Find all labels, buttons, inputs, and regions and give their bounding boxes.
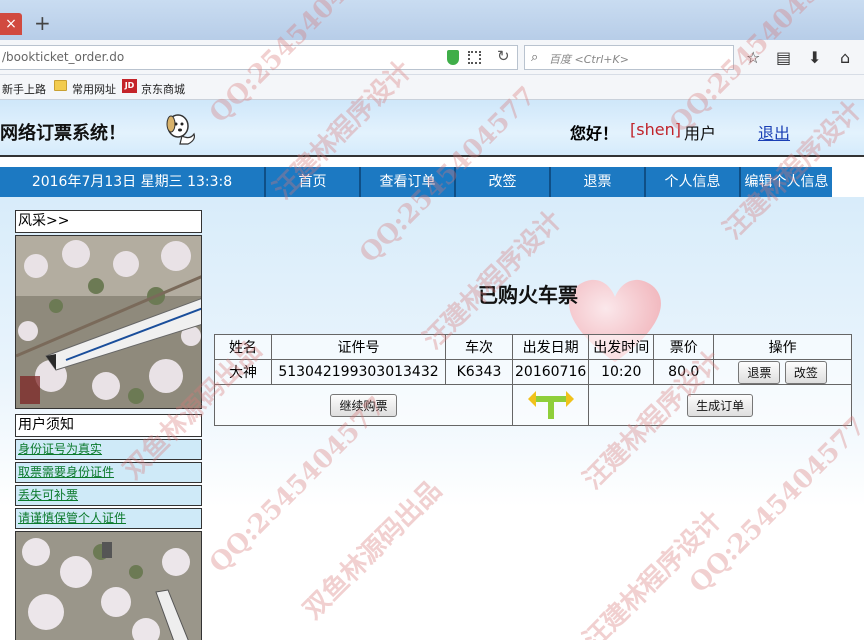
new-tab-button[interactable]: + <box>34 11 51 35</box>
menu-change-ticket[interactable]: 改签 <box>454 167 549 197</box>
search-icon: ⌕ <box>531 50 539 65</box>
user-role-label: 用户 <box>684 124 717 143</box>
col-train: 车次 <box>445 334 513 360</box>
notice-link-1[interactable]: 身份证号为真实 <box>15 439 202 460</box>
notice-link-4[interactable]: 请谨慎保管个人证件 <box>15 508 202 529</box>
browser-nav-bar: /bookticket_order.do ↻ ⌕ 百度 <Ctrl+K> <box>0 40 864 75</box>
train-photo-2 <box>15 531 202 640</box>
continue-buying-button[interactable]: 继续购票 <box>330 393 397 417</box>
menu-edit-profile[interactable]: 编辑个人信息 <box>739 167 832 197</box>
page-title: 已购火车票 <box>478 283 578 307</box>
bookmark-jd-mall[interactable]: 京东商城 <box>141 81 185 97</box>
bookmark-common-sites[interactable]: 常用网址 <box>72 81 116 97</box>
split-arrow-icon <box>527 391 574 419</box>
col-date: 出发日期 <box>511 334 590 360</box>
cell-actions: 退票 改签 <box>713 359 852 385</box>
jd-logo-icon: JD <box>122 79 137 93</box>
table-row: 大神 513042199303013432 K6343 20160716 10:… <box>214 359 852 385</box>
search-box[interactable]: ⌕ 百度 <Ctrl+K> <box>524 45 734 70</box>
scenery-heading: 风采>> <box>15 210 202 233</box>
library-icon[interactable]: ▤ <box>776 48 791 67</box>
mascot-dog-icon <box>166 114 195 145</box>
notice-link-3[interactable]: 丢失可补票 <box>15 485 202 506</box>
address-url: /bookticket_order.do <box>2 50 125 64</box>
col-id-number: 证件号 <box>271 334 446 360</box>
folder-icon <box>54 80 67 91</box>
cell-price: 80.0 <box>653 359 715 385</box>
notice-heading: 用户须知 <box>15 414 202 437</box>
site-title: 网络订票系统！ <box>0 123 126 144</box>
reload-icon[interactable]: ↻ <box>497 47 510 65</box>
continue-cell: 继续购票 <box>214 384 513 426</box>
table-header-row: 姓名 证件号 车次 出发日期 出发时间 票价 操作 <box>214 334 852 360</box>
download-icon[interactable]: ⬇ <box>808 48 821 67</box>
cell-date: 20160716 <box>511 359 590 385</box>
qr-code-icon[interactable] <box>468 51 481 64</box>
browser-tab-bar: × + <box>0 0 864 40</box>
search-placeholder: 百度 <Ctrl+K> <box>549 53 629 66</box>
address-bar[interactable]: /bookticket_order.do ↻ <box>0 45 518 70</box>
home-icon[interactable]: ⌂ <box>840 48 850 67</box>
cell-time: 10:20 <box>588 359 655 385</box>
col-actions: 操作 <box>713 334 852 360</box>
notice-link-2[interactable]: 取票需要身份证件 <box>15 462 202 483</box>
create-order-button[interactable]: 生成订单 <box>687 393 754 417</box>
menu-profile[interactable]: 个人信息 <box>644 167 739 197</box>
action-row: 继续购票 生成订单 <box>214 384 852 426</box>
bookmarks-bar: 新手上路 常用网址 JD 京东商城 <box>0 75 864 100</box>
menu-refund[interactable]: 退票 <box>549 167 644 197</box>
web-page: 网络订票系统！ 您好！ [shen] 用户 退出 2016年7月13日 星期三 … <box>0 100 864 640</box>
cell-id-number: 513042199303013432 <box>271 359 446 385</box>
col-time: 出发时间 <box>588 334 655 360</box>
col-price: 票价 <box>653 334 715 360</box>
greeting-text: 您好！ <box>570 124 619 143</box>
col-name: 姓名 <box>214 334 272 360</box>
main-menu: 2016年7月13日 星期三 13:3:8 首页 查看订单 改签 退票 个人信息… <box>0 167 832 197</box>
menu-home[interactable]: 首页 <box>264 167 359 197</box>
cell-train: K6343 <box>445 359 513 385</box>
refund-button[interactable]: 退票 <box>738 360 781 384</box>
arrow-cell <box>511 384 590 426</box>
logout-link[interactable]: 退出 <box>758 120 790 144</box>
username: [shen] <box>630 120 681 139</box>
bookmark-star-icon[interactable]: ☆ <box>746 48 760 67</box>
change-button[interactable]: 改签 <box>784 360 827 384</box>
current-datetime: 2016年7月13日 星期三 13:3:8 <box>31 174 233 190</box>
security-shield-icon[interactable] <box>447 50 459 65</box>
menu-view-orders[interactable]: 查看订单 <box>359 167 454 197</box>
cell-name: 大神 <box>214 359 272 385</box>
bookmark-beginner[interactable]: 新手上路 <box>2 81 46 97</box>
site-banner: 网络订票系统！ 您好！ [shen] 用户 退出 <box>0 100 864 157</box>
create-order-cell: 生成订单 <box>588 384 852 426</box>
ticket-table: 姓名 证件号 车次 出发日期 出发时间 票价 操作 大神 51304219930… <box>214 334 852 426</box>
close-tab-icon[interactable]: × <box>0 13 22 35</box>
train-photo-1 <box>15 235 202 409</box>
